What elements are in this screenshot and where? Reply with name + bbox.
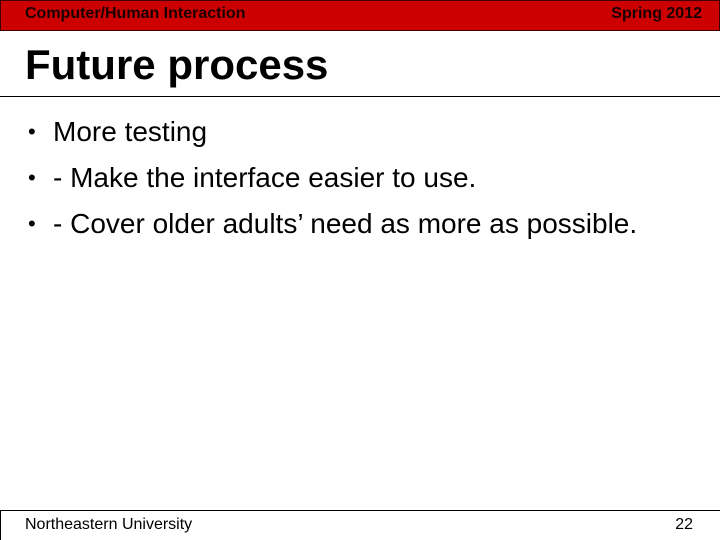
bullet-icon: • [28,119,36,144]
title-divider [0,96,720,97]
bullet-icon: • [28,211,36,236]
bullet-text: - Make the interface easier to use. [53,162,477,193]
slide-title: Future process [25,41,329,88]
bullet-item: • - Make the interface easier to use. [28,160,637,206]
term-label: Spring 2012 [611,5,702,22]
bullet-icon: • [28,165,36,190]
bullet-item: • - Cover older adults’ need as more as … [28,206,637,252]
course-title: Computer/Human Interaction [25,5,246,22]
bullet-text: - Cover older adults’ need as more as po… [53,208,638,239]
bullet-item: • More testing [28,114,637,160]
page-number: 22 [675,516,693,533]
bullet-text: More testing [53,116,208,147]
bullet-list: • More testing • - Make the interface ea… [28,114,637,252]
institution-label: Northeastern University [25,516,193,533]
